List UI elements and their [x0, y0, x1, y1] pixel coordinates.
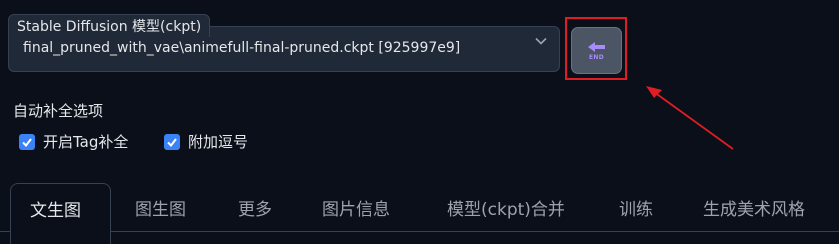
- tab-extras[interactable]: 更多: [238, 195, 272, 220]
- tab-label: 文生图: [30, 201, 81, 221]
- append-comma-label: 附加逗号: [188, 133, 249, 151]
- tab-train[interactable]: 训练: [619, 195, 653, 220]
- autocomplete-title: 自动补全选项: [13, 102, 104, 120]
- tab-artistic-style[interactable]: 生成美术风格: [703, 195, 805, 220]
- end-arrow-icon: [587, 41, 605, 52]
- tag-autocomplete-label: 开启Tag补全: [43, 133, 129, 151]
- tab-txt2img[interactable]: 文生图: [10, 183, 111, 244]
- main-tabs: 文生图 图生图 更多 图片信息 模型(ckpt)合并 训练 生成美术风格: [0, 183, 839, 244]
- tag-autocomplete-option[interactable]: 开启Tag补全: [19, 131, 128, 152]
- end-label: END: [588, 53, 604, 61]
- tab-img2img[interactable]: 图生图: [135, 195, 186, 220]
- chevron-down-icon[interactable]: [534, 34, 548, 48]
- webui-page: Stable Diffusion 模型(ckpt) final_pruned_w…: [0, 0, 839, 244]
- append-comma-option[interactable]: 附加逗号: [164, 131, 248, 152]
- tabs-divider: [0, 231, 839, 232]
- model-value[interactable]: final_pruned_with_vae\animefull-final-pr…: [23, 40, 460, 56]
- tab-png-info[interactable]: 图片信息: [322, 195, 390, 220]
- refresh-model-button[interactable]: END: [571, 27, 622, 74]
- tab-checkpoint-merger[interactable]: 模型(ckpt)合并: [447, 195, 565, 220]
- annotation-arrow: [646, 86, 734, 150]
- append-comma-checkbox[interactable]: [164, 133, 180, 150]
- check-icon: [167, 137, 177, 147]
- check-icon: [22, 137, 32, 147]
- model-selector[interactable]: Stable Diffusion 模型(ckpt) final_pruned_w…: [8, 14, 562, 74]
- model-label: Stable Diffusion 模型(ckpt): [8, 14, 211, 37]
- tag-autocomplete-checkbox[interactable]: [19, 133, 35, 150]
